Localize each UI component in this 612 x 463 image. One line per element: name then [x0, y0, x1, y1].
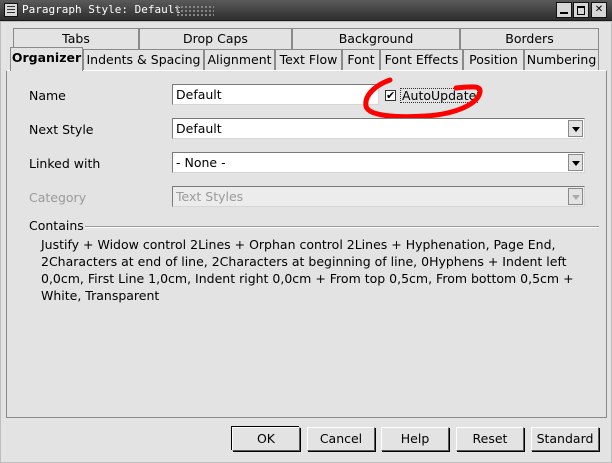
- tab-organizer[interactable]: Organizer: [10, 47, 83, 71]
- tab-alignment[interactable]: Alignment: [204, 49, 275, 70]
- chevron-down-icon: [568, 188, 583, 205]
- window-title: Paragraph Style: Default: [22, 3, 181, 16]
- reset-button[interactable]: Reset: [456, 427, 524, 451]
- tab-background[interactable]: Background: [292, 28, 460, 49]
- next-style-label: Next Style: [29, 122, 94, 137]
- linked-with-value: - None -: [176, 155, 226, 170]
- window-menu-icon[interactable]: [4, 3, 18, 17]
- tab-text-flow[interactable]: Text Flow: [275, 49, 342, 70]
- cancel-button[interactable]: Cancel: [307, 427, 375, 451]
- help-button[interactable]: Help: [381, 427, 449, 451]
- next-style-dropdown[interactable]: Default: [172, 118, 585, 139]
- tab-font-effects[interactable]: Font Effects: [380, 49, 463, 70]
- paragraph-style-dialog: Tabs Drop Caps Background Borders Organi…: [0, 21, 612, 463]
- category-dropdown: Text Styles: [172, 186, 585, 207]
- contains-divider: [85, 226, 599, 227]
- category-label: Category: [29, 190, 87, 205]
- ok-button[interactable]: OK: [232, 427, 300, 451]
- linked-with-label: Linked with: [29, 156, 101, 171]
- tab-borders[interactable]: Borders: [460, 28, 599, 49]
- chevron-down-icon[interactable]: [568, 154, 583, 171]
- standard-button[interactable]: Standard: [531, 427, 599, 451]
- name-label: Name: [29, 88, 66, 103]
- tab-tabs[interactable]: Tabs: [13, 28, 139, 49]
- minimize-button[interactable]: [556, 2, 572, 18]
- contains-heading: Contains: [29, 218, 84, 233]
- chevron-down-icon[interactable]: [568, 120, 583, 137]
- tab-font[interactable]: Font: [342, 49, 380, 70]
- next-style-value: Default: [176, 121, 222, 136]
- maximize-button[interactable]: [573, 2, 589, 18]
- tab-numbering[interactable]: Numbering: [524, 49, 599, 70]
- contains-description: Justify + Widow control 2Lines + Orphan …: [41, 237, 574, 303]
- tab-position[interactable]: Position: [463, 49, 524, 70]
- tab-indents-spacing[interactable]: Indents & Spacing: [83, 49, 204, 70]
- name-field[interactable]: Default: [172, 84, 379, 105]
- titlebar-grip: [176, 5, 214, 16]
- linked-with-dropdown[interactable]: - None -: [172, 152, 585, 173]
- close-button[interactable]: [591, 2, 607, 18]
- category-value: Text Styles: [176, 189, 244, 204]
- tab-drop-caps[interactable]: Drop Caps: [139, 28, 292, 49]
- title-bar: Paragraph Style: Default: [0, 0, 612, 21]
- red-annotation-scribble: [363, 77, 483, 120]
